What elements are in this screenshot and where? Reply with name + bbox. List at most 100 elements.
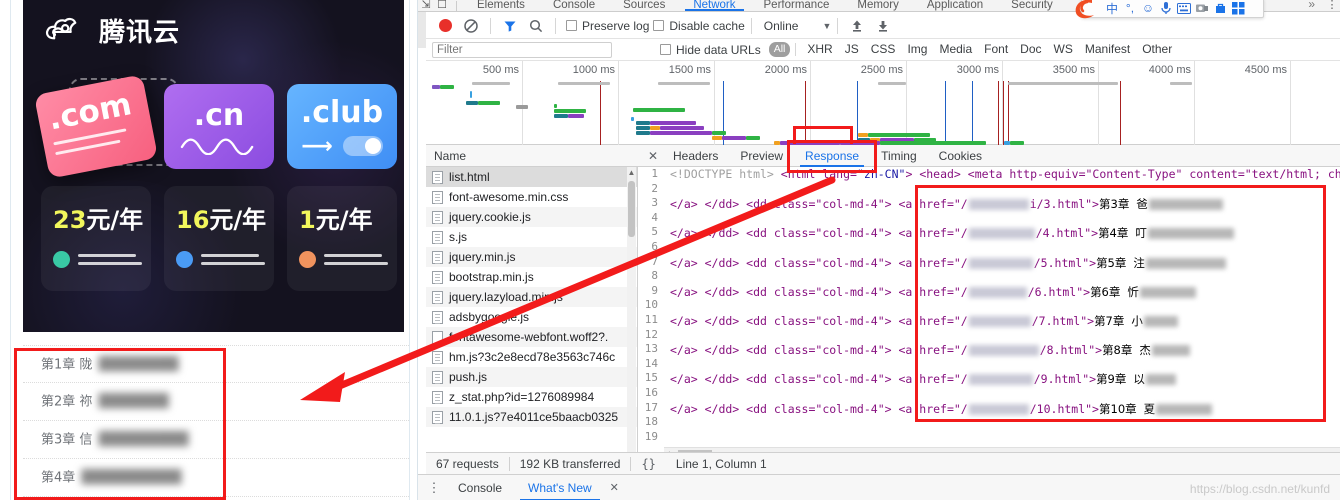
price-card-club[interactable]: 1元/年 [287,186,397,291]
price-card-cn[interactable]: 16元/年 [164,186,274,291]
masked-url-part [968,315,1031,327]
network-overview-timeline[interactable]: 500 ms 1000 ms 1500 ms 2000 ms 2500 ms 3… [426,61,1340,145]
tab-preview[interactable]: Preview [729,145,794,167]
line-number: 19 [638,429,664,443]
chinese-mode-icon[interactable]: 中 [1104,0,1120,16]
devtools-settings-icon[interactable]: ⋮ [1324,0,1340,11]
disable-cache-checkbox[interactable]: Disable cache [653,19,745,33]
filter-type-font[interactable]: Font [978,42,1014,57]
brand-name: 腾讯云 [99,18,181,48]
clear-icon[interactable] [458,14,484,38]
table-row[interactable]: adsbygoogle.js [426,307,637,327]
sogou-logo-icon[interactable] [1070,0,1100,22]
tab-sources[interactable]: Sources [609,0,679,11]
response-code-viewer[interactable]: 1 <!DOCTYPE html> <html lang="zh-CN"> <h… [638,167,1340,460]
divider [750,17,752,34]
toolbox-icon[interactable] [1212,0,1228,16]
preserve-log-checkbox[interactable]: Preserve log [566,19,649,33]
sogou-ime-toolbar[interactable]: 中 °, ☺ [1081,0,1264,18]
scrollbar-thumb[interactable] [628,181,635,237]
browser-page-region: 腾讯云 .com .cn .club ⟶ 23元/年 16元/年 1元/年 第1… [0,0,418,500]
price-card-com[interactable]: 23元/年 [41,186,151,291]
table-row[interactable]: jquery.cookie.js [426,207,637,227]
punctuation-icon[interactable]: °, [1122,0,1138,16]
tab-memory[interactable]: Memory [843,0,913,11]
tab-response[interactable]: Response [794,145,870,167]
filter-type-media[interactable]: Media [933,42,978,57]
anchor-open-token: <a href="/ [898,226,968,241]
table-row[interactable]: push.js [426,367,637,387]
table-row[interactable]: jquery.lazyload.min.js [426,287,637,307]
tab-elements[interactable]: Elements [463,0,539,11]
cn-card-icon[interactable]: .cn [164,84,274,169]
filter-type-manifest[interactable]: Manifest [1079,42,1136,57]
tencent-cloud-ad-banner[interactable]: 腾讯云 .com .cn .club ⟶ 23元/年 16元/年 1元/年 [23,0,404,332]
com-card-icon[interactable]: .com [33,74,159,179]
tab-network[interactable]: Network [679,0,749,11]
filter-type-all[interactable]: All [768,42,791,57]
list-item[interactable]: 第3章 信 █████████ [23,421,409,459]
export-har-icon[interactable] [870,14,896,38]
club-card-icon[interactable]: .club ⟶ [287,84,397,169]
table-row[interactable]: 11.0.1.js?7e4011ce5baacb0325 [426,407,637,427]
inspect-element-icon[interactable]: ⇲ [418,0,434,11]
voice-input-icon[interactable] [1158,0,1174,16]
search-input[interactable] [432,41,612,58]
more-options-icon[interactable]: ⋮ [424,481,444,494]
filter-type-xhr[interactable]: XHR [801,42,838,57]
throttling-select[interactable]: Online ▼ [764,19,832,33]
tab-timing[interactable]: Timing [870,145,928,167]
list-item[interactable]: 第2章 祢 ███████ [23,383,409,421]
table-row[interactable]: jquery.min.js [426,247,637,267]
emoji-icon[interactable]: ☺ [1140,0,1156,16]
request-list[interactable]: list.html font-awesome.min.css jquery.co… [426,167,638,474]
search-icon[interactable] [523,14,549,38]
tab-console[interactable]: Console [539,0,609,11]
divider [795,43,797,56]
list-item[interactable]: 第1章 陇 ████████ [23,345,409,383]
device-toolbar-icon[interactable]: ☐ [434,0,450,11]
screenshot-icon[interactable] [1194,0,1210,16]
pretty-print-icon[interactable]: {} [631,457,665,471]
tab-headers[interactable]: Headers [662,145,729,167]
table-row[interactable]: fontawesome-webfont.woff2?. [426,327,637,347]
filter-type-doc[interactable]: Doc [1014,42,1047,57]
tab-security[interactable]: Security [997,0,1067,11]
table-row[interactable]: z_stat.php?id=1276089984 [426,387,637,407]
import-har-icon[interactable] [844,14,870,38]
code-line: 13 </a> </dd> <dd class="col-md-4"> <a h… [638,342,1340,357]
filter-type-js[interactable]: JS [839,42,865,57]
masked-title [1147,228,1234,240]
soft-keyboard-icon[interactable] [1176,0,1192,16]
tab-cookies[interactable]: Cookies [928,145,993,167]
drawer-tab-console[interactable]: Console [446,475,514,500]
filter-type-other[interactable]: Other [1136,42,1178,57]
request-table-header[interactable]: Name [426,145,638,167]
tab-application[interactable]: Application [913,0,997,11]
tab-performance[interactable]: Performance [750,0,844,11]
table-row[interactable]: hm.js?3c2e8ecd78e3563c746c [426,347,637,367]
tabbar-overflow-icon[interactable]: » [1300,0,1324,11]
filter-type-img[interactable]: Img [901,42,933,57]
filter-funnel-icon[interactable] [497,14,523,38]
dd-wrapper-token: </a> </dd> <dd class="col-md-4"> [670,197,892,212]
apps-grid-icon[interactable] [1230,0,1246,16]
drawer-tab-whats-new[interactable]: What's New [516,475,604,500]
record-button-icon[interactable] [432,14,458,38]
table-row[interactable]: bootstrap.min.js [426,267,637,287]
divider [837,17,839,34]
table-row[interactable]: s.js [426,227,637,247]
filter-type-ws[interactable]: WS [1048,42,1079,57]
price-card-row: 23元/年 16元/年 1元/年 [41,186,397,291]
scroll-up-icon[interactable]: ▲ [627,167,636,179]
table-row[interactable]: font-awesome.min.css [426,187,637,207]
line-number: 12 [638,327,664,341]
filter-type-css[interactable]: CSS [865,42,902,57]
hide-data-urls-checkbox[interactable]: Hide data URLs [660,43,761,57]
table-row[interactable]: list.html [426,167,637,187]
request-list-scrollbar[interactable]: ▲ ▼ [627,167,636,474]
list-item[interactable]: 第4章 ██████████ [23,459,409,497]
close-icon[interactable]: ✕ [644,149,662,163]
dock-resize-handle[interactable] [418,12,426,48]
close-icon[interactable]: ✕ [610,481,619,494]
